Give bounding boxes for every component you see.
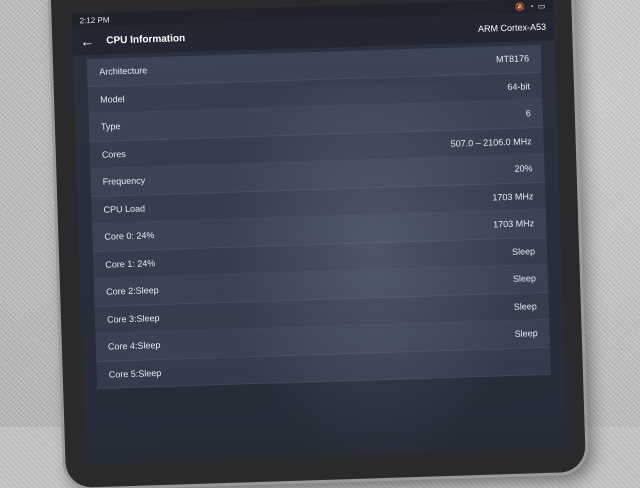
row-label: Architecture xyxy=(99,65,148,78)
row-label: Cores xyxy=(101,148,126,160)
row-value: 507.0 – 2106.0 MHz xyxy=(450,136,532,149)
row-value: 20% xyxy=(514,163,533,175)
row-label: Core 4:Sleep xyxy=(107,340,161,352)
row-label: CPU Load xyxy=(103,203,146,215)
row-label: Core 5:Sleep xyxy=(108,367,162,380)
row-label: Frequency xyxy=(102,175,146,187)
tablet-device: 2:12 PM 🔕 ◔ ▭ ← CPU Information ARM Cort… xyxy=(49,0,587,488)
row-label: Model xyxy=(99,93,125,105)
row-value: 64-bit xyxy=(507,81,531,92)
status-time: 2:12 PM xyxy=(79,14,110,25)
status-icons: 🔕 ◔ ▭ xyxy=(515,1,546,11)
row-value: Sleep xyxy=(514,328,538,340)
row-label: Core 3:Sleep xyxy=(106,312,160,325)
wifi-icon: ◔ xyxy=(528,1,534,11)
tablet-screen: 2:12 PM 🔕 ◔ ▭ ← CPU Information ARM Cort… xyxy=(71,0,568,464)
row-value: 1703 MHz xyxy=(493,218,535,230)
row-value: Sleep xyxy=(511,245,536,257)
row-value: MT8176 xyxy=(495,53,530,65)
row-label: Core 2:Sleep xyxy=(105,285,159,297)
back-arrow-icon[interactable]: ← xyxy=(80,33,94,49)
row-value: Sleep xyxy=(512,273,537,285)
mute-icon: 🔕 xyxy=(514,1,526,12)
row-label: Core 0: 24% xyxy=(104,230,155,242)
row-value: 1703 MHz xyxy=(492,190,534,203)
page-title: CPU Information xyxy=(106,32,186,47)
cpu-info-list: Architecture MT8176 Model 64-bit Type 6 Cor… xyxy=(86,44,551,390)
row-value: Sleep xyxy=(513,300,537,312)
battery-icon: ▭ xyxy=(537,1,546,11)
toolbar-value: ARM Cortex-A53 xyxy=(477,21,547,34)
row-label: Core 1: 24% xyxy=(105,257,156,270)
row-label: Type xyxy=(100,121,121,133)
row-value: 6 xyxy=(525,108,531,119)
